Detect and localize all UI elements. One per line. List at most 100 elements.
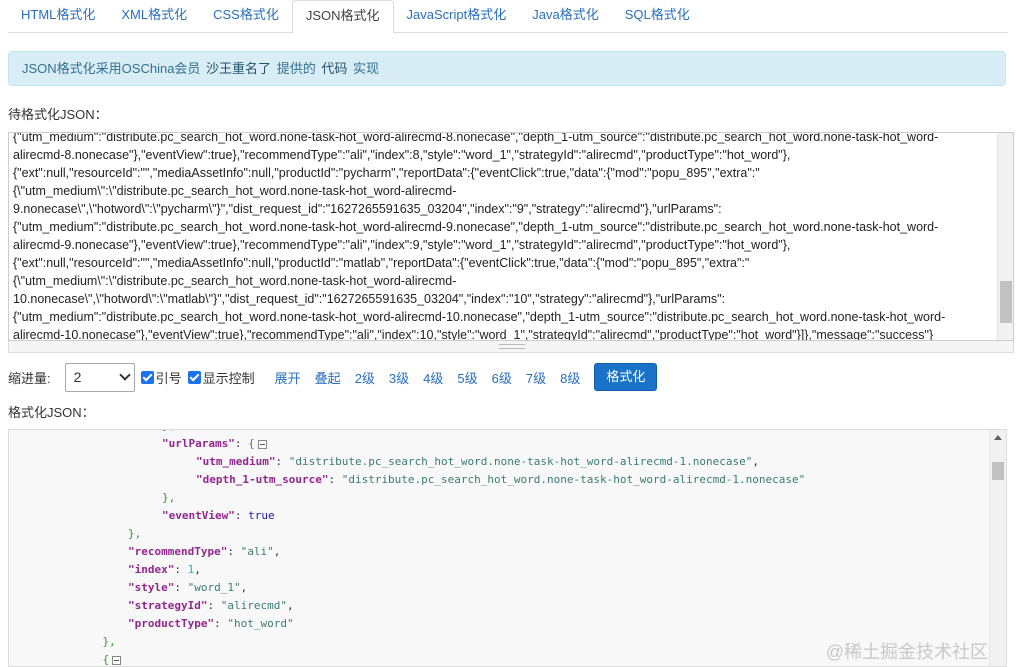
json-token: "style": [128, 581, 175, 594]
json-token: "hot_word": [227, 617, 294, 630]
json-token: "productType": [128, 617, 215, 630]
grip-icon: [499, 344, 525, 349]
collapse-toggle-icon[interactable]: [257, 439, 267, 449]
json-token: "depth_1-utm_source": [196, 473, 329, 486]
json-token: ,: [752, 455, 759, 468]
input-line: alirecmd-9.nonecase"},"eventView":true},…: [13, 238, 791, 252]
input-line: {\"utm_medium\":\"distribute.pc_search_h…: [13, 274, 457, 288]
json-line: },: [9, 525, 805, 543]
author-link[interactable]: 沙王重名了: [206, 61, 271, 76]
json-token: :: [214, 617, 228, 630]
json-line: "urlParams": {: [9, 435, 805, 453]
json-token: "distribute.pc_search_hot_word.none-task…: [288, 455, 753, 468]
level-link-2[interactable]: 4级: [423, 368, 443, 387]
output-scroll-thumb[interactable]: [992, 462, 1004, 480]
indent-label: 缩进量:: [8, 370, 51, 386]
output-label: 格式化JSON：: [8, 405, 95, 420]
input-line: alirecmd-10.nonecase"},"eventView":true}…: [13, 328, 934, 341]
input-line: {\"utm_medium\":\"distribute.pc_search_h…: [13, 184, 457, 198]
input-line: alirecmd-8.nonecase"},"eventView":true},…: [13, 148, 791, 162]
tab-5[interactable]: Java格式化: [519, 0, 611, 33]
format-tabs: HTML格式化 XML格式化 CSS格式化 JSON格式化 JavaScript格式化 J…: [8, 0, 1008, 34]
json-token: :: [174, 563, 188, 576]
format-button[interactable]: 格式化: [594, 363, 658, 391]
json-token: "recommendType": [128, 545, 228, 558]
collapse-toggle-icon[interactable]: [112, 655, 122, 665]
json-line: "eventView": true: [9, 507, 805, 525]
json-line: },: [9, 489, 805, 507]
json-token: ,: [240, 581, 248, 594]
indent-select[interactable]: 2: [64, 362, 135, 392]
tab-3[interactable]: JSON格式化: [291, 0, 394, 34]
json-token: true: [248, 509, 275, 522]
json-token: :: [227, 545, 241, 558]
json-token: :: [207, 599, 221, 612]
json-token: "distribute.pc_search_hot_word.none-task…: [341, 473, 806, 486]
json-output-content: },"urlParams": {"utm_medium": "distribut…: [9, 430, 806, 666]
json-token: {: [248, 437, 255, 450]
json-token: :: [234, 509, 249, 522]
json-line: "index": 1,: [9, 561, 805, 579]
input-scroll-thumb[interactable]: [1000, 281, 1012, 323]
json-token: "word_1": [187, 581, 241, 594]
level-link-1[interactable]: 3级: [389, 368, 409, 387]
json-token: :: [174, 581, 188, 594]
json-token: },: [128, 527, 142, 540]
json-token: "utm_medium": [196, 455, 276, 468]
tab-2[interactable]: CSS格式化: [200, 0, 292, 33]
json-token: "strategyId": [128, 599, 208, 612]
tab-1[interactable]: XML格式化: [108, 0, 200, 33]
input-line: {"ext":null,"resourceId":"","mediaAssetI…: [13, 256, 750, 270]
tab-0[interactable]: HTML格式化: [8, 0, 108, 33]
tab-4[interactable]: JavaScript格式化: [394, 0, 520, 33]
output-scrollbar[interactable]: [989, 430, 1006, 666]
json-line: "style": "word_1",: [9, 579, 805, 597]
textarea-resize-handle[interactable]: [8, 341, 1014, 353]
json-token: {: [102, 653, 110, 666]
info-banner: JSON格式化采用OSChina会员 沙王重名了 提供的 代码 实现: [8, 51, 1006, 86]
level-link-4[interactable]: 6级: [492, 368, 512, 387]
input-label: 待格式化JSON：: [8, 107, 108, 122]
watermark: @稀土掘金技术社区: [826, 638, 988, 664]
input-line: {"utm_medium":"distribute.pc_search_hot_…: [13, 132, 939, 144]
json-input-textarea[interactable]: {"utm_medium":"distribute.pc_search_hot_…: [8, 132, 1014, 341]
level-link-6[interactable]: 8级: [560, 368, 580, 387]
watermark-text: @稀土掘金技术社区: [825, 642, 988, 662]
scroll-up-icon[interactable]: [994, 435, 1002, 440]
level-link-3[interactable]: 5级: [457, 368, 477, 387]
json-line: {: [9, 651, 805, 666]
level-link-0[interactable]: 2级: [355, 368, 375, 387]
json-token: },: [162, 430, 175, 432]
json-token: ,: [286, 599, 294, 612]
input-scrollbar[interactable]: [997, 133, 1013, 340]
quote-checkbox[interactable]: [140, 370, 154, 384]
tab-6[interactable]: SQL格式化: [612, 0, 703, 33]
banner-suffix: 实现: [352, 61, 379, 76]
json-token: "eventView": [162, 509, 235, 522]
chevron-down-icon: [118, 369, 131, 381]
show-control-checkbox[interactable]: [187, 370, 201, 384]
banner-prefix: JSON格式化采用OSChina会员: [22, 61, 201, 76]
level-links: 2级 3级 4级 5级 6级 7级 8级: [341, 368, 581, 387]
json-token: ,: [273, 545, 281, 558]
level-link-5[interactable]: 7级: [526, 368, 546, 387]
json-token: "urlParams": [162, 437, 235, 450]
json-token: :: [328, 473, 342, 486]
json-line: },: [9, 633, 805, 651]
input-line: 9.nonecase\",\"hotword\":\"pycharm\"}","…: [13, 202, 722, 216]
expand-link[interactable]: 展开: [275, 368, 301, 387]
input-line: 10.nonecase\",\"hotword\":\"matlab\"}","…: [13, 292, 726, 306]
json-token: "alirecmd": [220, 599, 287, 612]
json-token: :: [234, 437, 249, 450]
input-line: {"utm_medium":"distribute.pc_search_hot_…: [13, 310, 946, 324]
json-line: "recommendType": "ali",: [9, 543, 805, 561]
json-token: :: [275, 455, 289, 468]
code-link[interactable]: 代码: [321, 61, 347, 76]
collapse-link[interactable]: 叠起: [315, 368, 341, 387]
input-line: {"utm_medium":"distribute.pc_search_hot_…: [13, 220, 939, 234]
indent-value: 2: [73, 369, 82, 385]
json-output-viewer[interactable]: },"urlParams": {"utm_medium": "distribut…: [8, 429, 1007, 667]
json-input-content: {"utm_medium":"distribute.pc_search_hot_…: [13, 132, 993, 341]
json-line: "utm_medium": "distribute.pc_search_hot_…: [9, 453, 805, 471]
json-token: "ali": [240, 545, 274, 558]
